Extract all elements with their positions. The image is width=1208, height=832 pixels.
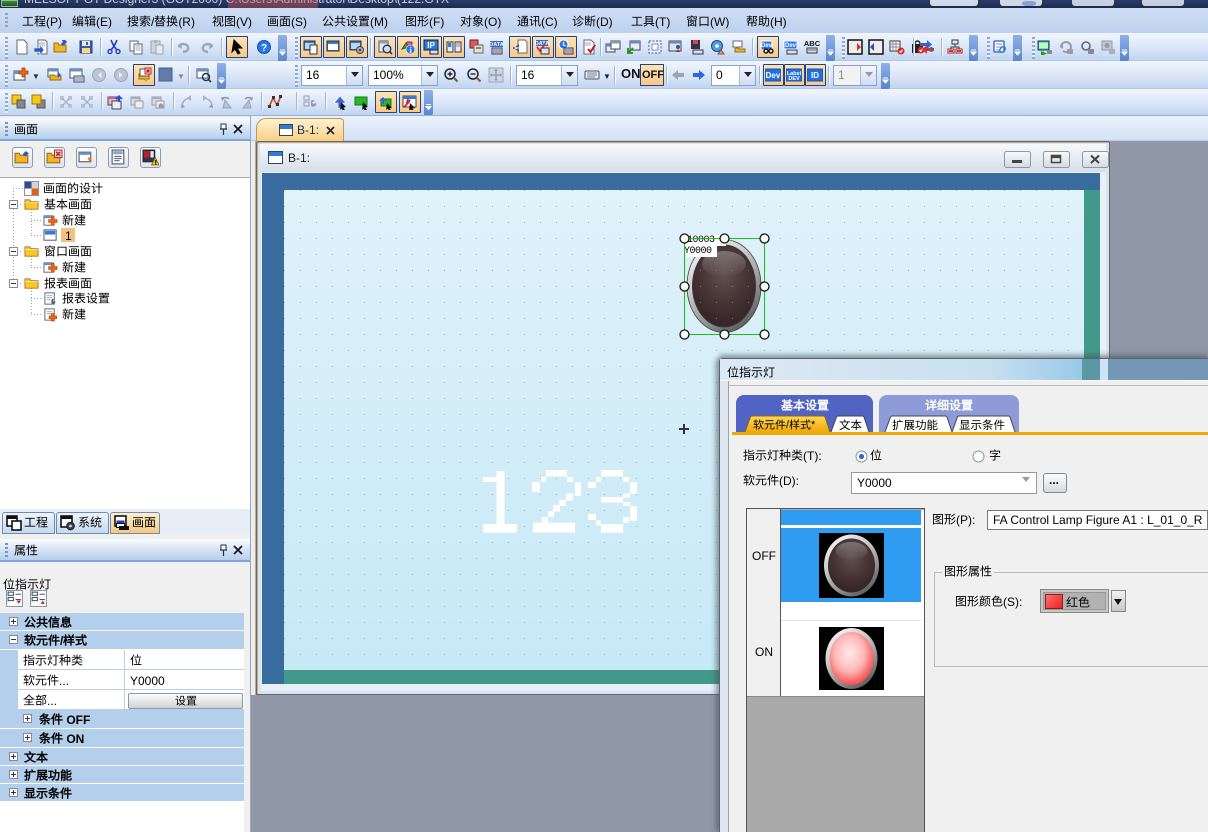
svg-text:IP: IP bbox=[427, 41, 435, 50]
svg-text:DEV: DEV bbox=[788, 76, 800, 82]
svg-text:DATA: DATA bbox=[489, 42, 503, 48]
svg-text:ABC: ABC bbox=[804, 39, 820, 48]
svg-text:Dev: Dev bbox=[766, 71, 781, 80]
svg-text:Dev: Dev bbox=[785, 43, 797, 49]
svg-text:?: ? bbox=[261, 43, 267, 54]
svg-text:ID: ID bbox=[811, 71, 819, 80]
svg-text:Dev: Dev bbox=[761, 43, 773, 49]
svg-text:DATA: DATA bbox=[535, 41, 549, 47]
